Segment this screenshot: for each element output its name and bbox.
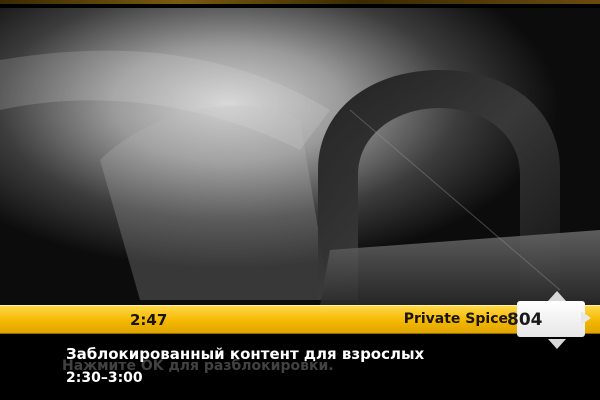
channel-number: 804 [507, 310, 543, 330]
locked-backdrop [0, 0, 600, 400]
program-time: 2:30–3:00 [66, 370, 143, 386]
top-bright-strip [0, 0, 600, 4]
channel-name: Private Spice [403, 311, 508, 327]
channel-down-icon[interactable] [548, 339, 566, 349]
tv-screen: 2:47 Private Spice 804 Нажмите OK для ра… [0, 0, 600, 400]
next-info-arrow-icon[interactable] [581, 311, 591, 325]
program-title: Заблокированный контент для взрослых [66, 345, 425, 363]
current-time: 2:47 [130, 311, 168, 329]
channel-up-icon[interactable] [548, 291, 566, 301]
